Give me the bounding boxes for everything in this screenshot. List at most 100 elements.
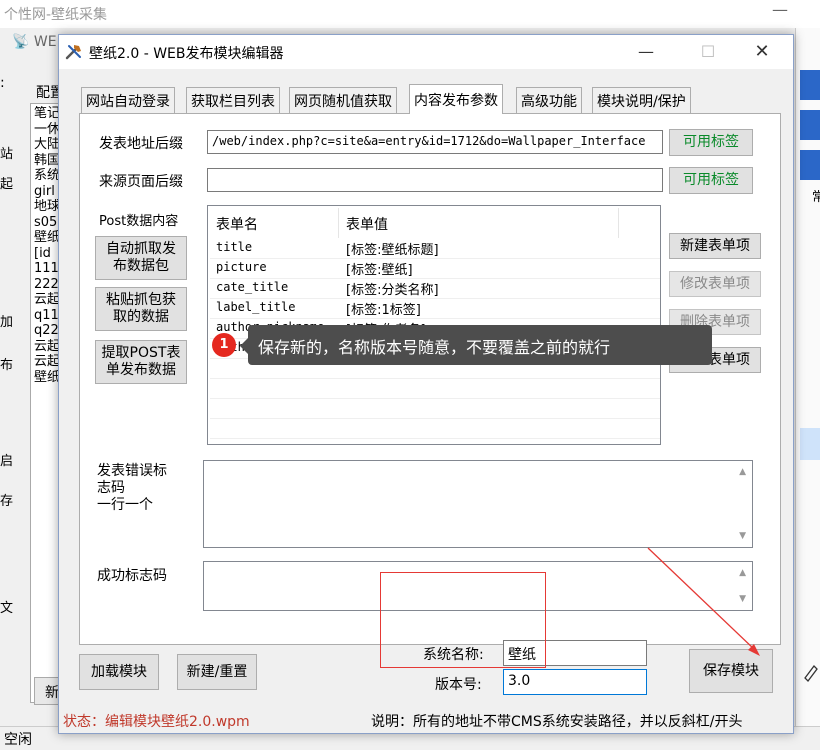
publish-url-tags-button[interactable]: 可用标签 — [669, 129, 753, 156]
success-code-label: 成功标志码 — [97, 568, 167, 584]
background-left-fragment: 文 — [0, 601, 14, 616]
hint-text: 说明：所有的地址不带CMS系统安装路径，并以反斜杠/开头 — [371, 714, 743, 730]
background-left-fragment: 起 — [0, 177, 14, 192]
pencil-icon[interactable] — [800, 660, 820, 684]
post-data-label: Post数据内容 — [99, 214, 179, 229]
paste-capture-button[interactable]: 粘贴抓包获 取的数据 — [95, 287, 187, 331]
column-separator[interactable] — [338, 208, 339, 238]
tooltip-pointer — [240, 338, 248, 354]
background-config-list-item[interactable]: 系统 — [34, 168, 61, 184]
form-item-value-cell[interactable]: [标签:1标签] — [346, 299, 421, 318]
error-code-label: 发表错误标 志码 一行一个 — [97, 463, 167, 514]
paste-capture-button-line: 取的数据 — [113, 309, 169, 325]
auto-capture-button-line: 自动抓取发 — [106, 241, 176, 257]
new-form-item-button[interactable]: 新建表单项 — [669, 233, 761, 259]
highlight-box — [380, 572, 546, 668]
source-page-tags-button[interactable]: 可用标签 — [669, 167, 753, 194]
auto-capture-button-line: 布数据包 — [113, 258, 169, 274]
form-item-value-cell[interactable]: [标签:壁纸] — [346, 259, 413, 278]
background-left-fragment: 启 — [0, 454, 14, 469]
background-config-list-item[interactable]: s05 — [34, 215, 61, 231]
background-window-title: 个性网-壁纸采集 — [4, 7, 108, 23]
table-grid-line — [210, 258, 660, 259]
auto-capture-button[interactable]: 自动抓取发 布数据包 — [95, 236, 187, 280]
maximize-button[interactable]: ☐ — [685, 35, 731, 69]
scroll-down-arrow-icon[interactable]: ▼ — [739, 594, 746, 604]
background-blue-button[interactable] — [800, 110, 820, 140]
scroll-down-arrow-icon[interactable]: ▼ — [739, 531, 746, 541]
background-left-fragment: 存 — [0, 494, 14, 509]
tab-random-value[interactable]: 网页随机值获取 — [289, 87, 397, 113]
scroll-up-arrow-icon[interactable]: ▲ — [739, 568, 746, 578]
version-input[interactable]: 3.0 — [503, 669, 647, 695]
table-grid-line — [210, 298, 660, 299]
background-config-list-item[interactable]: 壁纸 — [34, 370, 61, 386]
background-config-list-item[interactable]: 云起 — [34, 292, 61, 308]
form-item-name-cell[interactable]: title — [216, 240, 252, 254]
background-config-list-item[interactable]: 111 — [34, 261, 61, 277]
background-blue-button[interactable] — [800, 70, 820, 100]
background-config-list-item[interactable]: q11 — [34, 308, 61, 324]
background-config-list-item[interactable]: q22 — [34, 323, 61, 339]
error-code-label-line: 发表错误标 — [97, 463, 167, 479]
extract-post-form-button-line: 提取POST表 — [101, 345, 181, 361]
form-item-name-cell[interactable]: label_title — [216, 300, 295, 314]
close-button[interactable]: ✕ — [739, 35, 785, 69]
table-grid-line — [210, 418, 660, 419]
load-module-button[interactable]: 加载模块 — [79, 654, 159, 690]
column-header-form-value[interactable]: 表单值 — [346, 214, 388, 234]
background-titlebar — [0, 0, 820, 28]
background-config-list-item[interactable]: 2222 — [34, 277, 61, 293]
scroll-up-arrow-icon[interactable]: ▲ — [739, 467, 746, 477]
background-blue-button[interactable] — [800, 150, 820, 180]
save-module-button[interactable]: 保存模块 — [689, 649, 773, 693]
background-config-list-item[interactable]: [id — [34, 246, 61, 262]
background-config-list-item[interactable]: 一休 — [34, 122, 61, 138]
background-config-list-item[interactable]: 云起 — [34, 354, 61, 370]
dialog-title: 壁纸2.0 - WEB发布模块编辑器 — [89, 46, 284, 62]
background-config-list-item[interactable]: girl — [34, 184, 61, 200]
column-header-form-name[interactable]: 表单名 — [216, 214, 258, 234]
minimize-button[interactable]: — — [623, 35, 669, 69]
form-item-name-cell[interactable]: picture — [216, 260, 267, 274]
extract-post-form-button[interactable]: 提取POST表 单发布数据 — [95, 340, 187, 384]
background-subwindow-title: 📡 WE — [12, 34, 57, 50]
tools-icon — [65, 43, 83, 61]
form-item-value-cell[interactable]: [标签:壁纸标题] — [346, 239, 439, 258]
background-right-fragment: 常 — [812, 190, 820, 205]
form-item-name-cell[interactable]: cate_title — [216, 280, 288, 294]
tab-advanced[interactable]: 高级功能 — [516, 87, 582, 113]
publish-url-suffix-input[interactable]: /web/index.php?c=site&a=entry&id=1712&do… — [207, 130, 663, 154]
background-config-list-item[interactable]: 大陆 — [34, 137, 61, 153]
background-colon: : — [0, 75, 5, 91]
table-grid-line — [210, 398, 660, 399]
background-config-list-item[interactable]: 地球 — [34, 199, 61, 215]
error-code-label-line: 志码 — [97, 480, 125, 496]
edit-form-item-button[interactable]: 修改表单项 — [669, 271, 761, 297]
table-grid-line — [210, 278, 660, 279]
background-config-list-item[interactable]: 韩国 — [34, 153, 61, 169]
background-minimize-button[interactable]: — — [772, 0, 788, 19]
paste-capture-button-line: 粘贴抓包获 — [106, 292, 176, 308]
error-code-textarea[interactable]: ▲ ▼ — [203, 460, 753, 548]
version-label: 版本号: — [435, 677, 482, 693]
form-item-value-cell[interactable]: [标签:分类名称] — [346, 279, 439, 298]
tab-auto-login[interactable]: 网站自动登录 — [81, 87, 175, 113]
background-subwindow-title-text: WE — [33, 34, 57, 50]
source-page-suffix-label: 来源页面后缀 — [99, 174, 183, 190]
source-page-suffix-input[interactable] — [207, 168, 663, 192]
background-new-button[interactable]: 新 — [34, 677, 60, 705]
extract-post-form-button-line: 单发布数据 — [106, 362, 176, 378]
table-grid-line — [210, 438, 660, 439]
background-config-list-item[interactable]: 云起 — [34, 339, 61, 355]
column-separator[interactable] — [618, 208, 619, 238]
background-config-list-item[interactable]: 壁纸 — [34, 230, 61, 246]
background-left-fragment: 加 — [0, 315, 14, 330]
background-config-list-item[interactable]: 笔记 — [34, 106, 61, 122]
tab-category-list[interactable]: 获取栏目列表 — [186, 87, 280, 113]
new-reset-button[interactable]: 新建/重置 — [177, 654, 257, 690]
publish-url-suffix-label: 发表地址后缀 — [99, 136, 183, 152]
tab-module-info[interactable]: 模块说明/保护 — [592, 87, 691, 113]
satellite-icon: 📡 — [12, 34, 30, 50]
tab-content-publish-params[interactable]: 内容发布参数 — [409, 84, 503, 114]
